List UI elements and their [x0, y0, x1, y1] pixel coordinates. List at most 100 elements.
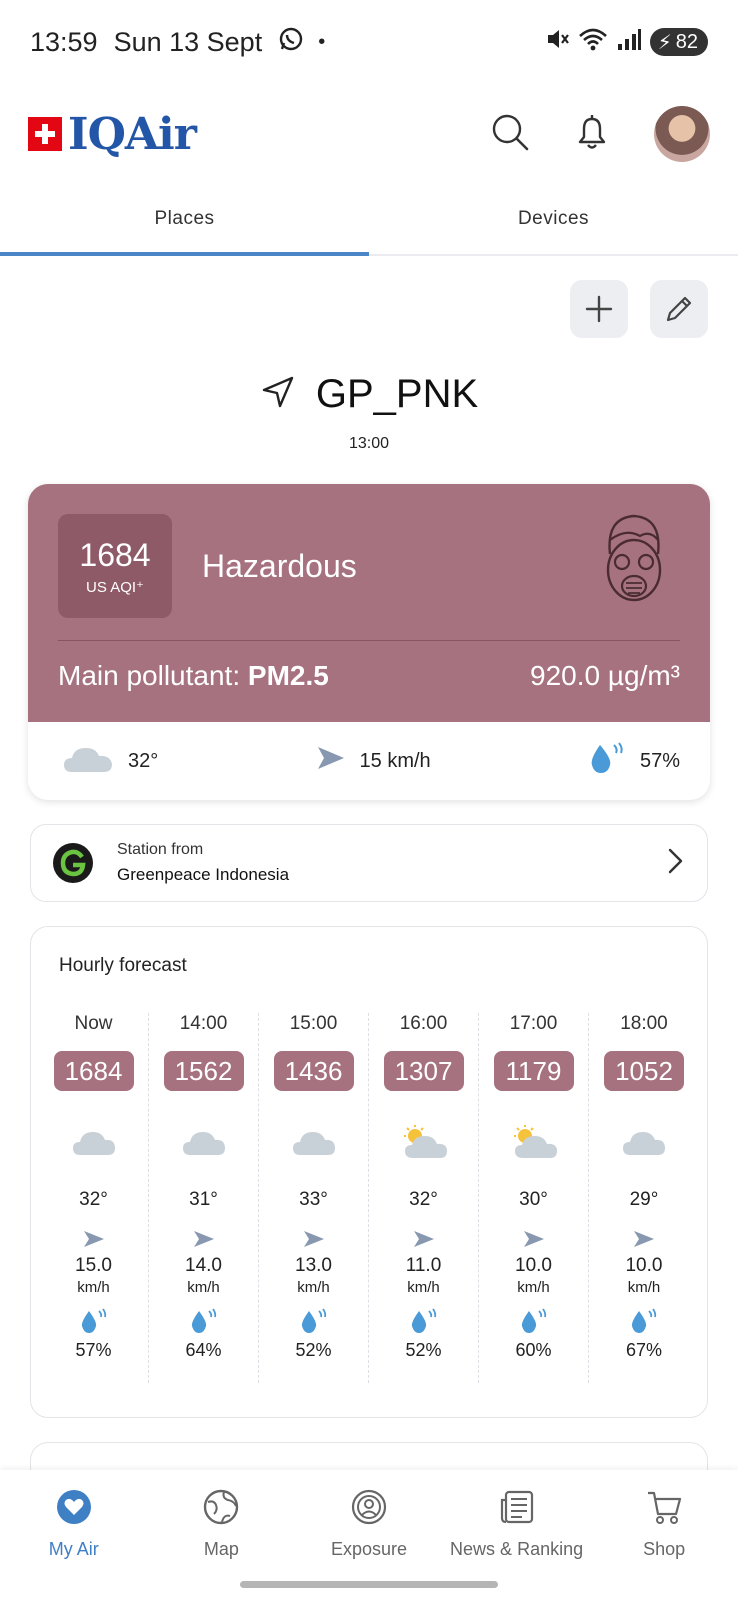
gas-mask-face-icon [596, 510, 672, 615]
main-pollutant: Main pollutant: PM2.5 [58, 660, 329, 692]
forecast-wind-speed: 13.0 [295, 1255, 332, 1276]
weather-temperature: 32° [62, 742, 158, 780]
forecast-wind-unit: km/h [407, 1279, 440, 1296]
battery-saver-icon: ⚡ [657, 31, 672, 54]
nav-news-ranking-label: News & Ranking [450, 1539, 584, 1559]
cart-icon [645, 1488, 683, 1531]
tab-devices[interactable]: Devices [369, 184, 738, 254]
forecast-humidity: 60% [515, 1340, 552, 1360]
forecast-aqi-badge: 1684 [53, 1051, 134, 1091]
forecast-temperature: 29° [629, 1189, 659, 1210]
forecast-aqi-badge: 1179 [493, 1051, 574, 1091]
aqi-unit: US AQI⁺ [86, 578, 144, 596]
hourly-forecast-item: 16:00 1307 32° 11.0 km/h 52% [369, 1013, 479, 1383]
forecast-wind-speed: 14.0 [185, 1255, 222, 1276]
forecast-temperature: 33° [299, 1189, 328, 1210]
add-place-button[interactable] [570, 280, 628, 338]
forecast-humidity: 52% [295, 1340, 332, 1360]
hourly-forecast-item: 18:00 1052 29° 10.0 km/h 67% [589, 1013, 699, 1383]
aqi-badge: 1684 US AQI⁺ [58, 514, 172, 618]
forecast-temperature: 30° [519, 1189, 548, 1210]
status-time: 13:59 [30, 26, 98, 57]
partly-sunny-icon [399, 1117, 449, 1167]
location-header: GP_PNK [0, 372, 738, 417]
weather-wind: 15 km/h [316, 745, 431, 777]
aqi-card[interactable]: 1684 US AQI⁺ Hazardous Main pollutant: P… [28, 484, 710, 800]
forecast-temperature: 32° [409, 1189, 438, 1210]
wind-direction-icon [413, 1227, 435, 1251]
aqi-value: 1684 [79, 536, 151, 573]
current-humidity: 57% [639, 749, 680, 772]
mute-icon [544, 26, 570, 59]
edit-places-button[interactable] [650, 280, 708, 338]
forecast-time: 16:00 [399, 1013, 448, 1034]
nav-my-air[interactable]: My Air [0, 1470, 148, 1600]
hourly-forecast-card: Hourly forecast Now 1684 32° 15.0 km/h 57% 14:… [30, 926, 708, 1418]
forecast-time: 17:00 [509, 1013, 558, 1034]
humidity-drop-icon [588, 741, 626, 781]
current-weather-row: 32° 15 km/h 57% [28, 722, 710, 800]
forecast-aqi-badge: 1436 [273, 1051, 354, 1091]
nav-shop[interactable]: Shop [590, 1470, 738, 1600]
forecast-humidity: 52% [405, 1340, 442, 1360]
nav-my-air-label: My Air [48, 1539, 99, 1559]
pencil-icon [666, 296, 692, 322]
battery-indicator: ⚡ 82 [649, 28, 708, 56]
forecast-wind-unit: km/h [187, 1279, 220, 1296]
wifi-icon [578, 26, 608, 59]
location-name: GP_PNK [315, 372, 479, 416]
current-wind-speed: 15 km/h [359, 749, 431, 772]
hourly-forecast-list[interactable]: Now 1684 32° 15.0 km/h 57% 14:00 1562 31° 14.0 km/… [39, 1013, 699, 1383]
main-pollutant-value: PM2.5 [247, 660, 329, 691]
humidity-drop-icon [519, 1308, 549, 1334]
station-source-row[interactable]: Station from Greenpeace Indonesia [30, 824, 708, 902]
aqi-summary: 1684 US AQI⁺ Hazardous Main pollutant: P… [28, 484, 710, 722]
navigation-arrow-icon [260, 374, 296, 415]
app-header: IQAir [0, 84, 738, 184]
station-label: Station from [117, 841, 204, 858]
forecast-time: 15:00 [289, 1013, 338, 1034]
plus-icon [585, 295, 613, 323]
search-icon[interactable] [490, 112, 530, 157]
forecast-temperature: 32° [79, 1189, 108, 1210]
forecast-temperature: 31° [189, 1189, 218, 1210]
cloud-icon [71, 1117, 117, 1167]
forecast-wind-speed: 15.0 [75, 1255, 112, 1276]
battery-level: 82 [675, 30, 698, 53]
cloud-icon [291, 1117, 337, 1167]
hourly-forecast-item: 15:00 1436 33° 13.0 km/h 52% [259, 1013, 369, 1383]
forecast-humidity: 67% [625, 1340, 662, 1360]
humidity-drop-icon [409, 1308, 439, 1334]
status-bar: 13:59 Sun 13 Sept • ⚡ 82 [0, 0, 738, 84]
partly-sunny-icon [509, 1117, 559, 1167]
forecast-humidity: 64% [185, 1340, 222, 1360]
forecast-aqi-badge: 1562 [163, 1051, 244, 1091]
tab-bar: Places Devices [0, 184, 738, 256]
globe-icon [202, 1488, 240, 1531]
forecast-aqi-badge: 1307 [383, 1051, 464, 1091]
forecast-wind-unit: km/h [297, 1279, 330, 1296]
nav-shop-label: Shop [643, 1539, 686, 1559]
forecast-time: 18:00 [620, 1013, 668, 1034]
nav-exposure-label: Exposure [330, 1539, 407, 1559]
forecast-humidity: 57% [75, 1340, 112, 1360]
brand-name: IQAir [68, 108, 197, 160]
home-indicator[interactable] [240, 1581, 498, 1588]
hourly-forecast-item: 17:00 1179 30° 10.0 km/h 60% [479, 1013, 589, 1383]
bell-icon[interactable] [572, 112, 612, 157]
cloud-icon [181, 1117, 227, 1167]
tab-places[interactable]: Places [0, 184, 369, 256]
greenpeace-logo [53, 843, 93, 883]
humidity-drop-icon [629, 1308, 659, 1334]
forecast-wind-unit: km/h [77, 1279, 110, 1296]
aqi-level: Hazardous [202, 548, 357, 584]
humidity-drop-icon [299, 1308, 329, 1334]
cloud-icon [62, 742, 114, 780]
avatar[interactable] [654, 106, 710, 162]
heart-icon [55, 1488, 93, 1531]
humidity-drop-icon [79, 1308, 109, 1334]
forecast-time: Now [74, 1013, 113, 1034]
swiss-cross-icon [28, 117, 62, 151]
forecast-wind-unit: km/h [517, 1279, 550, 1296]
forecast-wind-speed: 10.0 [515, 1255, 552, 1276]
